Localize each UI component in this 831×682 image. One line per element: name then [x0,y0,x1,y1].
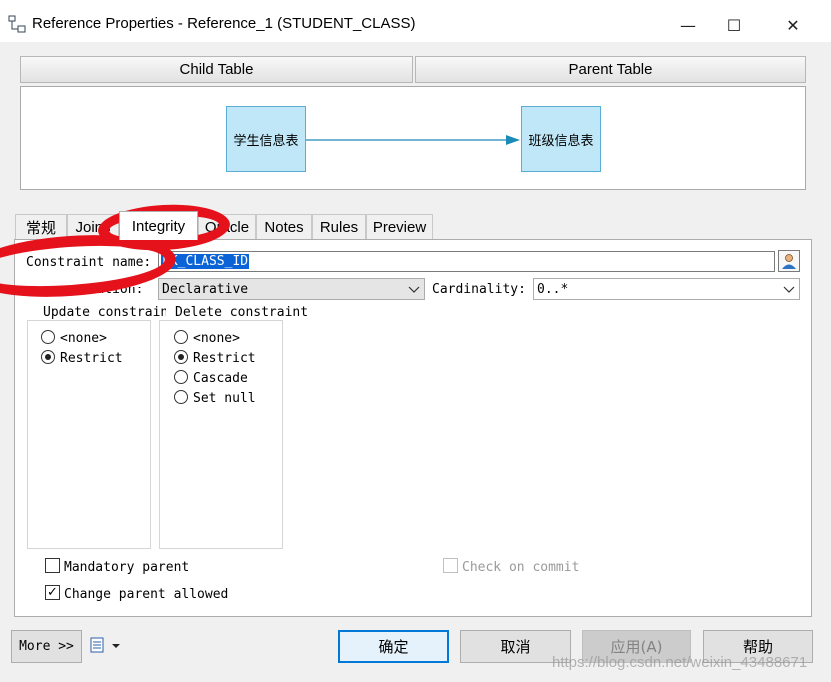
window-title: Reference Properties - Reference_1 (STUD… [32,15,416,32]
child-table-header: Child Table [20,56,413,83]
check-on-commit-checkbox[interactable] [443,558,458,573]
cardinality-label: Cardinality: [432,282,526,297]
reference-app-icon [8,15,26,33]
tab-preview[interactable]: Preview [366,214,433,239]
child-table-box[interactable]: 学生信息表 [226,106,306,172]
implementation-select[interactable]: Declarative [158,278,425,300]
parent-table-header: Parent Table [415,56,806,83]
delete-setnull-radio[interactable] [174,390,188,404]
delete-none-label: <none> [193,331,240,346]
delete-cascade-label: Cascade [193,371,248,386]
change-parent-allowed-label: Change parent allowed [64,587,229,602]
tab-notes[interactable]: Notes [256,214,312,239]
update-none-label: <none> [60,331,107,346]
delete-none-radio[interactable] [174,330,188,344]
update-constraint-label: Update constraint [40,305,166,320]
update-restrict-label: Restrict [60,351,123,366]
close-button[interactable]: ✕ [770,8,816,42]
cardinality-value: 0..* [537,282,569,297]
mandatory-parent-checkbox[interactable] [45,558,60,573]
implementation-value: Declarative [162,282,249,297]
tab-general[interactable]: 常规 [15,214,67,239]
reference-diagram: 学生信息表 班级信息表 [20,86,806,190]
tab-rules[interactable]: Rules [312,214,366,239]
parent-table-box[interactable]: 班级信息表 [521,106,601,172]
ok-button[interactable]: 确定 [338,630,449,663]
cardinality-select[interactable]: 0..* [533,278,800,300]
mandatory-parent-label: Mandatory parent [64,560,190,575]
change-parent-allowed-checkbox[interactable]: ✓ [45,585,60,600]
check-on-commit-label: Check on commit [462,560,580,575]
chevron-down-icon [408,286,420,293]
update-restrict-radio[interactable] [41,350,55,364]
save-options-menu[interactable] [89,636,123,656]
save-list-icon [90,637,120,653]
user-icon [782,254,796,269]
more-button[interactable]: More >> [11,630,82,663]
delete-restrict-label: Restrict [193,351,256,366]
delete-constraint-label: Delete constraint [172,305,312,320]
minimize-button[interactable]: — [665,8,711,42]
reference-arrow [306,135,520,145]
constraint-name-input[interactable]: FK_CLASS_ID [158,251,775,272]
maximize-button[interactable]: ☐ [711,8,757,42]
update-none-radio[interactable] [41,330,55,344]
chevron-down-icon [783,286,795,293]
tab-integrity[interactable]: Integrity [119,211,198,240]
delete-cascade-radio[interactable] [174,370,188,384]
delete-setnull-label: Set null [193,391,256,406]
user-properties-button[interactable] [778,250,800,272]
delete-restrict-radio[interactable] [174,350,188,364]
watermark: https://blog.csdn.net/weixin_43488671 [552,654,808,671]
